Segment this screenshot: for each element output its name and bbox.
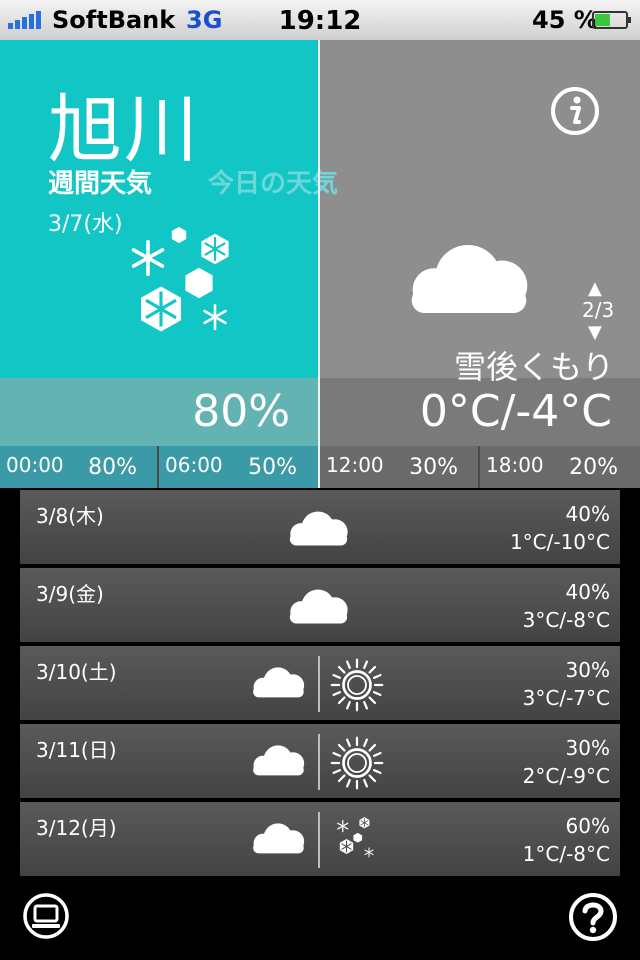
page-up-arrow[interactable]: ▲ bbox=[588, 278, 602, 299]
list-item[interactable]: 3/8(木) 40% 1°C/-10°C bbox=[20, 490, 620, 564]
sun-icon bbox=[330, 658, 384, 712]
hourly-cell: 00:00 80% bbox=[0, 446, 157, 488]
hour-time: 12:00 bbox=[326, 453, 384, 477]
icon-separator bbox=[318, 656, 320, 712]
forecast-date: 3/8(木) bbox=[36, 504, 104, 528]
forecast-precip: 30% bbox=[565, 736, 610, 760]
page-indicator: 2/3 bbox=[582, 298, 615, 322]
forecast-precip: 40% bbox=[565, 580, 610, 604]
temperature-range: 0°C/-4°C bbox=[419, 386, 612, 437]
icon-separator bbox=[318, 812, 320, 868]
snow-icon bbox=[131, 226, 230, 334]
tab-weekly[interactable]: 週間天気 bbox=[48, 163, 152, 200]
list-item[interactable]: 3/12(月) 60% 1°C/-8°C bbox=[20, 802, 620, 876]
forecast-precip: 40% bbox=[565, 502, 610, 526]
forecast-date: 3/11(日) bbox=[36, 738, 117, 762]
hourly-cell: 12:00 30% bbox=[320, 446, 478, 488]
cloud-icon bbox=[253, 667, 305, 698]
forecast-date: 3/12(月) bbox=[36, 816, 117, 840]
cloud-icon bbox=[289, 589, 348, 624]
forecast-temp: 1°C/-8°C bbox=[522, 842, 610, 866]
icon-separator bbox=[318, 734, 320, 790]
forecast-date: 3/10(土) bbox=[36, 660, 117, 684]
page-down-arrow[interactable]: ▼ bbox=[588, 322, 602, 343]
forecast-temp: 1°C/-10°C bbox=[509, 530, 610, 554]
list-item[interactable]: 3/10(土) 30% 3°C/-7°C bbox=[20, 646, 620, 720]
hour-precip: 80% bbox=[88, 455, 137, 480]
hour-precip: 20% bbox=[569, 455, 618, 480]
cloud-icon bbox=[289, 511, 348, 546]
hour-time: 06:00 bbox=[165, 453, 223, 477]
cloud-icon bbox=[253, 823, 305, 854]
hour-time: 18:00 bbox=[486, 453, 544, 477]
hour-precip: 50% bbox=[248, 455, 297, 480]
snow-icon bbox=[337, 816, 374, 858]
forecast-precip: 30% bbox=[565, 658, 610, 682]
battery-percent: 45 % bbox=[532, 6, 598, 34]
status-bar: SoftBank 3G 19:12 45 % bbox=[0, 0, 640, 40]
forecast-date: 3/9(金) bbox=[36, 582, 104, 606]
sun-icon bbox=[330, 736, 384, 790]
weather-condition: 雪後くもり bbox=[453, 348, 614, 386]
battery-icon bbox=[592, 11, 631, 29]
cloud-icon bbox=[253, 745, 305, 776]
current-date: 3/7(水) bbox=[48, 212, 123, 237]
forecast-temp: 3°C/-8°C bbox=[522, 608, 610, 632]
info-icon[interactable] bbox=[550, 86, 600, 136]
help-icon[interactable] bbox=[568, 892, 618, 942]
list-item[interactable]: 3/9(金) 40% 3°C/-8°C bbox=[20, 568, 620, 642]
hour-time: 00:00 bbox=[6, 453, 64, 477]
list-item[interactable]: 3/11(日) 30% 2°C/-9°C bbox=[20, 724, 620, 798]
hourly-cell: 06:00 50% bbox=[159, 446, 318, 488]
hour-precip: 30% bbox=[409, 455, 458, 480]
forecast-precip: 60% bbox=[565, 814, 610, 838]
city-name: 旭川 bbox=[48, 87, 200, 173]
hourly-cell: 18:00 20% bbox=[480, 446, 640, 488]
cloud-icon bbox=[411, 244, 528, 313]
precip-percent: 80% bbox=[192, 386, 290, 437]
forecast-temp: 2°C/-9°C bbox=[522, 764, 610, 788]
pc-icon[interactable] bbox=[22, 892, 70, 940]
weekly-forecast-list: 3/8(木) 40% 1°C/-10°C 3/9(金) 40% 3°C/-8°C… bbox=[20, 490, 620, 880]
forecast-temp: 3°C/-7°C bbox=[522, 686, 610, 710]
panel-divider bbox=[318, 40, 320, 488]
